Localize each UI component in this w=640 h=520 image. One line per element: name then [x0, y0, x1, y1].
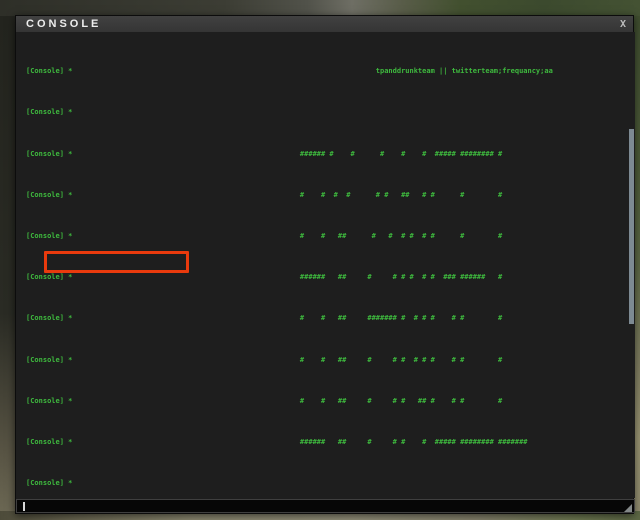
console-line: [Console] * # # ## # # # ## # # # #	[26, 396, 635, 406]
vertical-scrollbar-thumb[interactable]	[629, 129, 634, 324]
text-cursor	[23, 502, 25, 511]
resize-grip-icon[interactable]	[624, 504, 632, 512]
console-line: [Console] * # # ## # # # # # # # # #	[26, 355, 635, 365]
game-background-top	[0, 0, 640, 16]
close-icon[interactable]: X	[620, 17, 626, 33]
console-log[interactable]: [Console] * tpanddrunkteam || twittertea…	[16, 32, 635, 498]
console-titlebar[interactable]: CONSOLE X	[16, 16, 633, 32]
console-line: [Console] * # # ## ####### # # # # # # #	[26, 313, 635, 323]
console-line: [Console] *	[26, 107, 635, 117]
console-line: [Console] * # # # # # # ## # # # #	[26, 190, 635, 200]
console-lines: [Console] * tpanddrunkteam || twittertea…	[26, 32, 635, 498]
console-line: [Console] * # # ## # # # # # # # #	[26, 231, 635, 241]
game-screen: CONSOLE X [Console] * tpanddrunkteam || …	[0, 0, 640, 520]
console-window: CONSOLE X [Console] * tpanddrunkteam || …	[15, 15, 634, 514]
console-title: CONSOLE	[26, 18, 101, 30]
console-line: [Console] * ###### # # # # # ##### #####…	[26, 149, 635, 159]
console-line: [Console] * ###### ## # # # # # # ### ##…	[26, 272, 635, 282]
game-background-left	[0, 16, 16, 512]
console-line: [Console] *	[26, 478, 635, 488]
console-input[interactable]	[16, 499, 635, 513]
console-line: [Console] * tpanddrunkteam || twittertea…	[26, 66, 635, 76]
console-line: [Console] * ###### ## # # # # ##### ####…	[26, 437, 635, 447]
